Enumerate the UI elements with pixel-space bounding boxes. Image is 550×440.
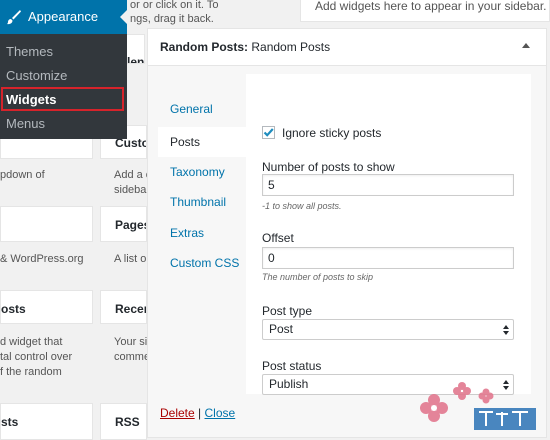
widget-actions: Delete | Close [160, 406, 235, 420]
widget-header[interactable]: Random Posts: Random Posts [148, 29, 546, 66]
tab-taxonomy[interactable]: Taxonomy [158, 157, 246, 187]
num-posts-label: Number of posts to show [262, 160, 395, 174]
widget-desc: pdown of [0, 169, 45, 181]
action-separator: | [198, 406, 202, 420]
admin-menu: Appearance Themes Customize Widgets Menu… [0, 0, 127, 139]
post-status-label: Post status [262, 359, 322, 373]
watermark-logo-icon [420, 382, 536, 430]
collapse-arrow-icon[interactable] [522, 43, 530, 48]
widget-card-rss[interactable]: RSS [100, 403, 147, 440]
close-link[interactable]: Close [205, 406, 236, 420]
widget-card-title: sts [1, 415, 19, 429]
num-posts-hint: -1 to show all posts. [262, 201, 342, 211]
widget-panel: Random Posts: Random Posts General Posts… [147, 28, 547, 438]
submenu-item-themes[interactable]: Themes [6, 44, 53, 59]
widget-desc: A list o [114, 253, 147, 265]
widget-card-pages[interactable]: Pages [100, 206, 147, 242]
tab-custom-css[interactable]: Custom CSS [158, 248, 246, 278]
select-arrows-icon [503, 325, 509, 335]
widget-card[interactable]: sts [0, 403, 93, 440]
widget-card-title: Pages [115, 218, 147, 232]
tab-general[interactable]: General [158, 94, 246, 124]
widget-card-posts[interactable]: osts [0, 290, 93, 324]
post-type-value: Post [269, 322, 294, 336]
widget-card-title: len [127, 55, 145, 64]
widget-title: Random Posts: Random Posts [160, 40, 330, 54]
widget-card-title: RSS [115, 415, 140, 429]
paintbrush-icon [7, 10, 21, 25]
widget-card-recent[interactable]: Recer [100, 290, 147, 324]
submenu-item-customize[interactable]: Customize [6, 68, 67, 83]
offset-input[interactable]: 0 [262, 247, 514, 269]
ignore-sticky-checkbox[interactable] [262, 126, 275, 139]
widget-card-title: osts [1, 302, 26, 316]
tab-extras[interactable]: Extras [158, 218, 246, 248]
current-menu-arrow-icon [120, 10, 127, 24]
offset-label: Offset [262, 231, 294, 245]
menu-appearance-label: Appearance [28, 9, 99, 24]
menu-appearance[interactable]: Appearance [0, 0, 127, 34]
top-instructions-2: ngs, drag it back. [130, 13, 214, 25]
checkmark-icon [263, 128, 274, 137]
widget-card-title: Recer [115, 302, 147, 316]
widget-desc: Your si comme [114, 336, 151, 363]
delete-link[interactable]: Delete [160, 406, 195, 420]
sidebar-description: Add widgets here to appear in your sideb… [315, 0, 547, 13]
widget-desc: & WordPress.org [0, 253, 84, 265]
post-type-select[interactable]: Post [262, 319, 514, 340]
post-type-label: Post type [262, 304, 313, 318]
widget-title-instance: Random Posts [251, 40, 331, 54]
submenu-item-menus[interactable]: Menus [6, 116, 45, 131]
widget-title-bold: Random Posts: [160, 40, 249, 54]
post-status-value: Publish [269, 377, 309, 391]
posts-tab-content: Ignore sticky posts Number of posts to s… [246, 74, 531, 395]
tab-posts[interactable]: Posts [158, 127, 246, 157]
sidebar-area-top: Add widgets here to appear in your sideb… [300, 0, 550, 22]
widget-card[interactable] [0, 206, 93, 242]
widget-desc: d widget that tal control over f the ran… [0, 336, 73, 378]
ignore-sticky-label: Ignore sticky posts [282, 126, 382, 140]
tab-thumbnail[interactable]: Thumbnail [158, 187, 246, 217]
offset-hint: The number of posts to skip [262, 272, 374, 282]
highlight-box [1, 87, 124, 111]
num-posts-input[interactable]: 5 [262, 174, 514, 196]
